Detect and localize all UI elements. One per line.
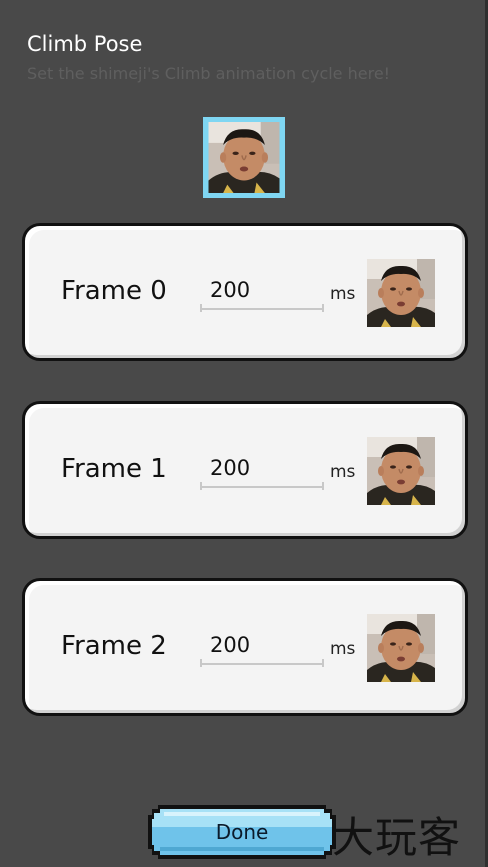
duration-unit-label: ms: [330, 462, 356, 482]
climb-pose-dialog: Climb Pose Set the shimeji's Climb anima…: [0, 0, 488, 867]
duration-unit-label: ms: [330, 284, 356, 304]
input-underline-tick: [322, 482, 324, 490]
character-face-icon: [208, 122, 280, 193]
frame-duration-input[interactable]: [200, 272, 324, 310]
frame-duration-input[interactable]: [200, 627, 324, 665]
done-button[interactable]: Done: [146, 803, 338, 861]
frame-image-button[interactable]: [367, 259, 435, 327]
animation-preview: [203, 117, 285, 198]
frame-label: Frame 1: [61, 454, 167, 484]
duration-unit-label: ms: [330, 639, 356, 659]
character-face-icon: [367, 437, 435, 505]
dialog-title: Climb Pose: [27, 32, 143, 56]
frame-card-1: Frame 1 ms: [22, 401, 468, 539]
done-button-label: Done: [215, 820, 269, 844]
frame-card-2: Frame 2 ms: [22, 578, 468, 716]
input-underline-tick: [200, 659, 202, 667]
input-underline-tick: [322, 304, 324, 312]
input-underline-tick: [200, 482, 202, 490]
frame-label: Frame 0: [61, 276, 167, 306]
dialog-subtitle: Set the shimeji's Climb animation cycle …: [27, 64, 391, 83]
character-face-icon: [367, 614, 435, 682]
frame-duration-input[interactable]: [200, 450, 324, 488]
watermark-logo: 大玩客: [332, 813, 462, 862]
frame-card-0: Frame 0 ms: [22, 223, 468, 361]
frame-image-button[interactable]: [367, 614, 435, 682]
frame-image-button[interactable]: [367, 437, 435, 505]
frame-label: Frame 2: [61, 631, 167, 661]
input-underline-tick: [322, 659, 324, 667]
character-face-icon: [367, 259, 435, 327]
input-underline-tick: [200, 304, 202, 312]
